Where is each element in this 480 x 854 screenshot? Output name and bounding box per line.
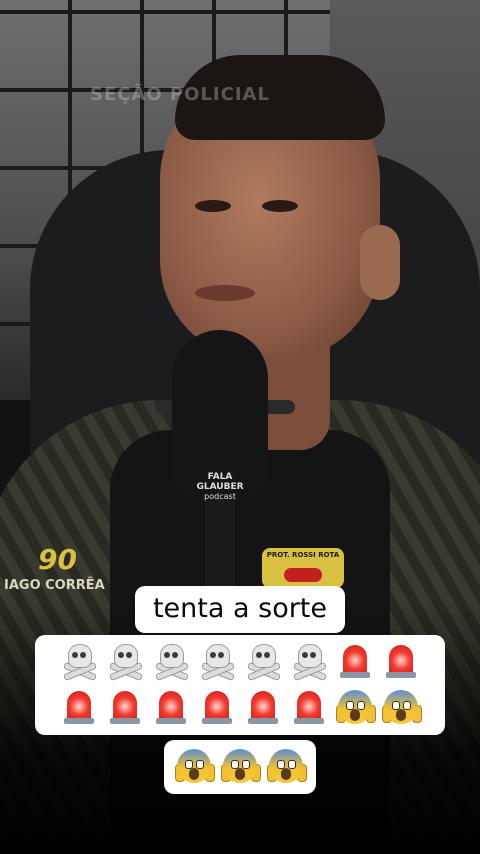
police-light-icon — [105, 687, 145, 727]
mic-stand — [205, 500, 235, 600]
skull-crossbones-icon — [105, 641, 145, 682]
right-eye — [262, 200, 298, 212]
left-eye — [195, 200, 231, 212]
shirt-patch-text: PROT. ROSSI ROTA — [266, 551, 340, 559]
skull-crossbones-icon — [289, 641, 329, 682]
ear — [360, 225, 400, 300]
caption-emoji-panel-2 — [164, 740, 316, 794]
caption-emoji-panel — [35, 635, 445, 735]
face-screaming-icon — [335, 687, 376, 727]
face-screaming-icon — [266, 746, 307, 786]
caption-title: tenta a sorte — [134, 586, 346, 633]
face-screaming-icon — [220, 746, 261, 786]
shirt-patch-emblem — [284, 568, 322, 582]
emoji-row-2 — [43, 687, 437, 727]
police-light-icon — [243, 687, 283, 727]
face-screaming-icon — [174, 746, 215, 786]
mic-brand-subtext: podcast — [204, 492, 236, 501]
caption-emoji-box-2 — [0, 740, 480, 794]
emoji-row-3 — [174, 746, 307, 786]
mic-brand-text: FALA GLAUBER — [196, 472, 244, 492]
sleeve-number: 90 — [38, 543, 77, 576]
police-light-icon — [151, 687, 191, 727]
caption-emoji-box — [0, 635, 480, 735]
police-light-icon — [197, 687, 237, 727]
skull-crossbones-icon — [243, 641, 283, 682]
skull-crossbones-icon — [151, 641, 191, 682]
mouth — [195, 285, 255, 301]
police-light-icon — [335, 641, 375, 681]
watermark: SEÇÃO POLICIAL — [90, 84, 270, 105]
skull-crossbones-icon — [197, 641, 237, 682]
emoji-row-1 — [43, 641, 437, 682]
mic-brand-label: FALA GLAUBER podcast — [184, 472, 256, 502]
police-light-icon — [59, 687, 99, 727]
caption-title-box: tenta a sorte — [0, 586, 480, 633]
skull-crossbones-icon — [59, 641, 99, 682]
face-screaming-icon — [381, 687, 422, 727]
police-light-icon — [381, 641, 421, 681]
police-light-icon — [289, 687, 329, 727]
